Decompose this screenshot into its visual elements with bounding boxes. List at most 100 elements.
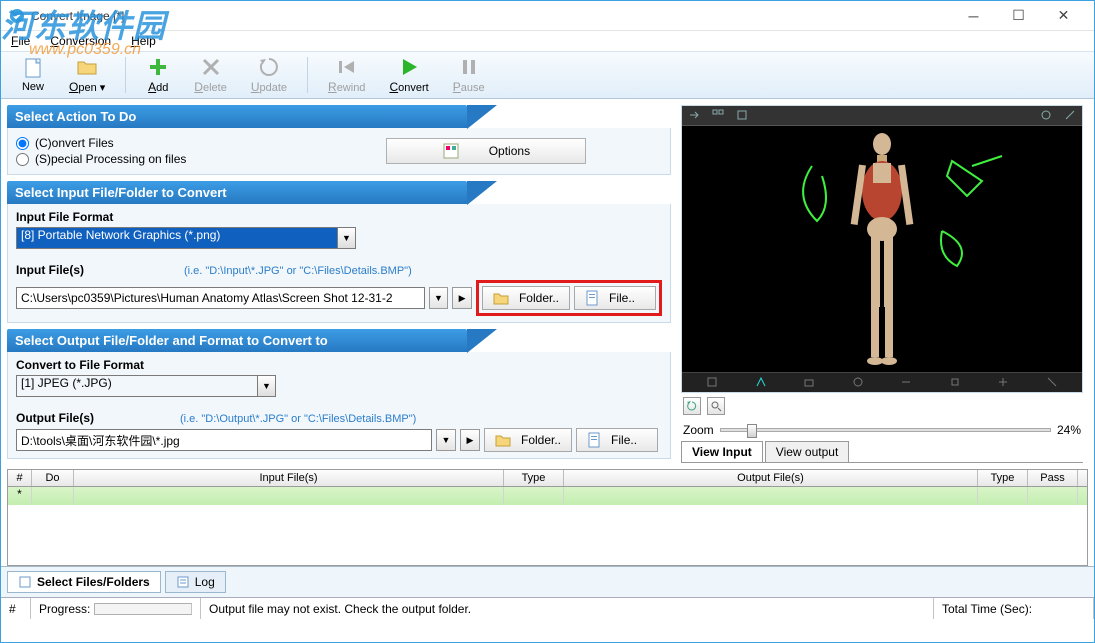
section-input-body: Input File Format [8] Portable Network G… <box>7 204 671 323</box>
pb-icon-6[interactable] <box>949 376 961 388</box>
folder-icon <box>495 433 511 447</box>
prev-icon-r2[interactable] <box>1064 109 1076 121</box>
col-num[interactable]: # <box>8 470 32 486</box>
delete-button[interactable]: Delete <box>182 54 239 96</box>
zoom-value: 24% <box>1057 423 1081 437</box>
input-format-label: Input File Format <box>16 210 662 224</box>
left-pane: Select Action To Do (C)onvert Files (S)p… <box>1 99 677 469</box>
status-bar: # Progress: Output file may not exist. C… <box>1 597 1094 619</box>
status-total-time: Total Time (Sec): <box>934 598 1094 619</box>
preview-panel[interactable] <box>681 105 1083 393</box>
input-files-label: Input File(s) <box>16 263 84 277</box>
input-folder-button[interactable]: Folder.. <box>482 286 570 310</box>
options-button[interactable]: Options <box>386 138 586 164</box>
prev-icon-box[interactable] <box>736 109 748 121</box>
options-icon <box>443 143 459 159</box>
add-button[interactable]: Add <box>134 54 182 96</box>
view-tabs: View Input View output <box>681 441 1083 463</box>
zoom-controls <box>681 393 1083 419</box>
menu-conversion[interactable]: Conversion <box>42 32 119 50</box>
app-icon <box>9 8 25 24</box>
col-output[interactable]: Output File(s) <box>564 470 978 486</box>
input-file-button[interactable]: File.. <box>574 286 656 310</box>
zoom-slider[interactable] <box>720 428 1051 432</box>
col-type1[interactable]: Type <box>504 470 564 486</box>
minimize-button[interactable]: ─ <box>951 2 996 30</box>
menu-help[interactable]: Help <box>123 32 164 50</box>
input-path-field[interactable] <box>16 287 425 309</box>
rewind-icon <box>336 56 358 78</box>
convert-button[interactable]: Convert <box>377 54 440 96</box>
refresh-preview-icon[interactable] <box>683 397 701 415</box>
open-button[interactable]: Open ▾ <box>57 54 117 96</box>
input-path-play[interactable]: ▶ <box>452 287 472 309</box>
input-path-dropdown[interactable]: ▼ <box>429 287 449 309</box>
pb-icon-1[interactable] <box>706 376 718 388</box>
col-do[interactable]: Do <box>32 470 74 486</box>
col-input[interactable]: Input File(s) <box>74 470 504 486</box>
pb-icon-4[interactable] <box>852 376 864 388</box>
pb-icon-5[interactable] <box>900 376 912 388</box>
output-files-label: Output File(s) <box>16 411 94 425</box>
col-type2[interactable]: Type <box>978 470 1028 486</box>
file-icon <box>585 290 599 306</box>
tab-log[interactable]: Log <box>165 571 226 593</box>
output-format-arrow[interactable]: ▼ <box>258 375 276 397</box>
maximize-button[interactable]: ☐ <box>996 2 1041 30</box>
pb-icon-3[interactable] <box>803 376 815 388</box>
menu-bar: File Conversion Help <box>1 31 1094 51</box>
menu-file[interactable]: File <box>3 32 38 50</box>
zoom-label: Zoom <box>683 423 714 437</box>
pb-icon-7[interactable] <box>997 376 1009 388</box>
files-tab-icon <box>18 575 32 589</box>
col-pass[interactable]: Pass <box>1028 470 1078 486</box>
output-path-dropdown[interactable]: ▼ <box>436 429 456 451</box>
grid-new-row[interactable]: * <box>8 487 1087 505</box>
pause-icon <box>458 56 480 78</box>
section-action-body: (C)onvert Files (S)pecial Processing on … <box>7 128 671 175</box>
input-hint: (i.e. "D:\Input\*.JPG" or "C:\Files\Deta… <box>184 265 412 277</box>
delete-icon <box>200 56 222 78</box>
pause-button[interactable]: Pause <box>441 54 497 96</box>
right-pane: Zoom 24% View Input View output <box>677 99 1087 469</box>
output-format-combo[interactable]: [1] JPEG (*.JPG) <box>16 375 258 397</box>
pb-icon-8[interactable] <box>1046 376 1058 388</box>
magnify-icon[interactable] <box>707 397 725 415</box>
close-button[interactable]: ✕ <box>1041 2 1086 30</box>
tab-view-input[interactable]: View Input <box>681 441 763 462</box>
grid-body[interactable]: * <box>8 487 1087 565</box>
section-action-header: Select Action To Do <box>7 105 467 128</box>
folder-icon <box>493 291 509 305</box>
update-button[interactable]: Update <box>239 54 299 96</box>
file-icon <box>587 432 601 448</box>
new-icon <box>22 57 44 79</box>
prev-icon-r1[interactable] <box>1040 109 1052 121</box>
prev-icon-arrow[interactable] <box>688 109 700 121</box>
grid-header: # Do Input File(s) Type Output File(s) T… <box>8 470 1087 487</box>
input-format-combo[interactable]: [8] Portable Network Graphics (*.png) <box>16 227 338 249</box>
open-icon <box>76 56 98 78</box>
toolbar-separator <box>307 57 308 93</box>
files-grid: # Do Input File(s) Type Output File(s) T… <box>7 469 1088 566</box>
section-output-header: Select Output File/Folder and Format to … <box>7 329 467 352</box>
section-input-header: Select Input File/Folder to Convert <box>7 181 467 204</box>
anatomy-image <box>837 129 927 369</box>
rewind-button[interactable]: Rewind <box>316 54 377 96</box>
radio-special-processing[interactable] <box>16 153 29 166</box>
status-progress: Progress: <box>31 598 201 619</box>
output-file-button[interactable]: File.. <box>576 428 658 452</box>
input-format-arrow[interactable]: ▼ <box>338 227 356 249</box>
add-icon <box>147 56 169 78</box>
tab-select-files[interactable]: Select Files/Folders <box>7 571 161 593</box>
prev-icon-grid[interactable] <box>712 109 724 121</box>
status-num: # <box>1 598 31 619</box>
radio-convert-files[interactable] <box>16 137 29 150</box>
toolbar-separator <box>125 57 126 93</box>
output-path-play[interactable]: ▶ <box>460 429 480 451</box>
new-button[interactable]: New <box>9 55 57 95</box>
output-format-label: Convert to File Format <box>16 358 662 372</box>
output-path-field[interactable] <box>16 429 432 451</box>
output-folder-button[interactable]: Folder.. <box>484 428 572 452</box>
pb-icon-2[interactable] <box>755 376 767 388</box>
tab-view-output[interactable]: View output <box>765 441 850 462</box>
